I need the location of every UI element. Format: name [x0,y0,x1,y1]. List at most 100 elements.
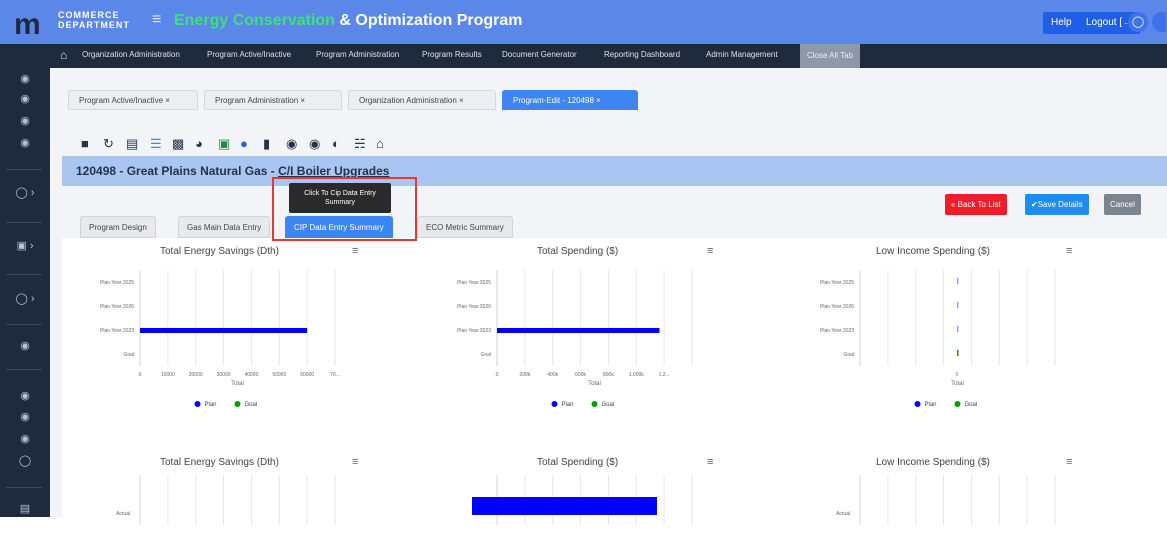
home-toolbar-icon[interactable]: ⌂ [376,136,384,151]
bar-chart-icon[interactable]: ▩ [172,136,184,152]
chart-menu-icon[interactable]: ≡ [1066,456,1072,468]
sidebar-item-b-icon[interactable]: ◉ [0,410,50,423]
record-header: 120498 - Great Plains Natural Gas - C/I … [62,156,1167,186]
y-tick-label: Actual [836,511,850,517]
nav-program-active-inactive[interactable]: Program Active/Inactive [207,50,291,59]
chart-menu-icon[interactable]: ≡ [352,456,358,468]
left-sidebar: ◉ ◉ ◉ ◉ ◯ › ▣ › ◯ › ◉ ◉ ◉ ◉ ◯ ▤ [0,44,50,517]
sidebar-group3-icon[interactable]: ◯ › [0,292,50,305]
chart-svg: Plan Year 2025 Plan Year 2026 Plan Year 20… [457,270,693,408]
document-icon[interactable]: ▮ [263,136,270,152]
excel-icon[interactable]: ▣ [218,136,230,152]
pie-chart-icon[interactable]: ◕ [195,136,203,151]
list-icon[interactable]: ☰ [150,136,162,152]
nav-reporting-dashboard[interactable]: Reporting Dashboard [604,50,680,59]
sidebar-group2-icon[interactable]: ▣ › [0,239,50,252]
sidebar-group4-icon[interactable]: ◉ [0,339,50,352]
chart-menu-icon[interactable]: ≡ [352,245,358,257]
chart-svg: Actual [116,475,336,525]
refresh-icon[interactable]: ↻ [103,136,114,152]
sidebar-divider [6,487,42,488]
nav-program-results[interactable]: Program Results [422,50,482,59]
sidebar-item-c-icon[interactable]: ◉ [0,432,50,445]
y-tick-label: Plan Year 2026 [820,304,854,310]
back-to-list-button[interactable]: « Back To List [945,194,1007,215]
subtab-eco-metric-summary[interactable]: ECO Metric Summary [417,216,513,238]
x-tick-label: 30000 [217,372,231,378]
tab-program-active-inactive[interactable]: Program Active/Inactive × [68,90,198,110]
sidebar-item-d-icon[interactable]: ◯ [0,454,50,467]
y-tick-label: Plan Year 2026 [100,304,134,310]
home-icon[interactable]: ⌂ [60,48,67,62]
nav-document-generator[interactable]: Document Generator [502,50,577,59]
sidebar-program-icon[interactable]: ◉ [0,136,50,149]
sidebar-dashboard-icon[interactable]: ◉ [0,72,50,85]
nav-organization-administration[interactable]: Organization Administration [82,50,180,59]
user-circle-icon[interactable]: ◉ [309,136,320,152]
y-tick-label: Plan Year 2026 [457,304,491,310]
nav-program-administration[interactable]: Program Administration [316,50,399,59]
database-icon[interactable]: ☵ [354,136,366,152]
y-tick-label: Plan Year 2023 [820,328,854,334]
bar [472,497,657,515]
legend-label: Goal [245,402,258,408]
legend-marker [954,401,961,407]
legend-marker [551,401,558,407]
x-tick-label: 60000 [300,372,314,378]
x-tick-label: 50000 [272,372,286,378]
tab-program-administration[interactable]: Program Administration × [204,90,342,110]
notification-icon[interactable]: ◯ [1128,12,1148,32]
cancel-button[interactable]: Cancel [1104,194,1141,215]
legend-marker [591,401,598,407]
nav-admin-management[interactable]: Admin Management [706,50,778,59]
y-tick-label: Goal [480,352,491,358]
y-tick-label: Plan Year 2025 [820,280,854,286]
close-all-tab-button[interactable]: Close All Tab [800,44,860,68]
chart-menu-icon[interactable]: ≡ [1066,245,1072,257]
user-avatar-icon[interactable] [1152,12,1166,32]
contrast-icon[interactable]: ◐ [332,136,340,151]
sidebar-org-icon[interactable]: ◉ [0,114,50,127]
y-tick-label: Goal [123,352,134,358]
legend-label: Goal [965,402,978,408]
menu-toggle-icon[interactable]: ≡ [152,11,161,29]
x-tick-label: 0 [496,372,499,378]
sidebar-item-e-icon[interactable]: ▤ [0,502,50,515]
tab-organization-administration[interactable]: Organization Administration × [348,90,496,110]
chart-svg: Actual [472,475,693,525]
lightbulb-icon[interactable]: ● [240,136,248,151]
legend-label: Plan [562,402,574,408]
y-tick-label: Plan Year 2025 [100,280,134,286]
sidebar-group1-icon[interactable]: ◯ › [0,186,50,199]
y-tick-label: Goal [843,352,854,358]
sidebar-divider [6,274,42,275]
legend-marker [914,401,921,407]
help-button[interactable]: Help [1043,12,1080,34]
save-icon[interactable]: ■ [81,136,89,151]
legend-marker [234,401,241,407]
bar [957,350,959,356]
tooltip: Click To Cip Data Entry Summary [289,183,391,213]
sidebar-item-a-icon[interactable]: ◉ [0,389,50,402]
subtab-program-design[interactable]: Program Design [80,216,156,238]
main-nav: ⌂ Organization Administration Program Ac… [50,44,1167,68]
record-icon[interactable]: ◉ [286,136,297,152]
app-title: Energy Conservation & Optimization Progr… [174,12,523,29]
x-tick-label: 400k [547,372,558,378]
chart-menu-icon[interactable]: ≡ [707,456,713,468]
chart-menu-icon[interactable]: ≡ [707,245,713,257]
subtab-gas-main-data-entry[interactable]: Gas Main Data Entry [178,216,271,238]
legend-label: Plan [205,402,217,408]
print-icon[interactable]: ▤ [126,136,138,152]
sidebar-settings-icon[interactable]: ◉ [0,92,50,105]
x-tick-label: 800k [603,372,614,378]
x-tick-label: 70... [330,372,340,378]
x-axis-label: Total [951,381,964,387]
x-axis-label: Total [588,381,601,387]
commerce-logo-mark: m [14,8,41,41]
save-details-button[interactable]: ✔Save Details [1025,194,1089,215]
sidebar-divider [6,169,42,170]
chart-title: Total Energy Savings (Dth) [160,457,279,468]
tab-program-edit[interactable]: Program-Edit - 120498 × [502,90,638,110]
x-tick-label: 10000 [161,372,175,378]
